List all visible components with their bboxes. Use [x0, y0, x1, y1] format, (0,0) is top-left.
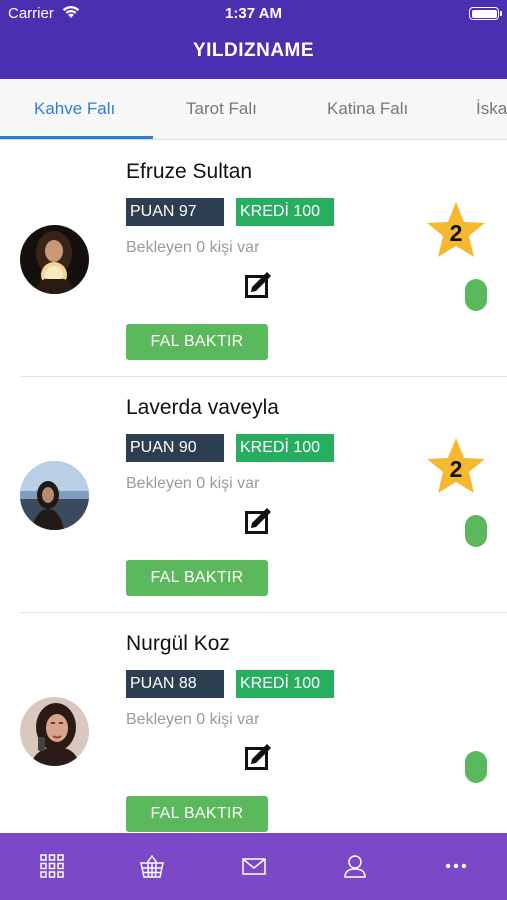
fortune-teller-name: Laverda vaveyla [126, 396, 279, 419]
edit-icon[interactable] [245, 271, 272, 298]
star-level: 2 [449, 220, 463, 246]
tab-kahve-fali[interactable]: Kahve Falı [34, 99, 115, 119]
online-status-indicator [465, 751, 487, 783]
bottom-nav [0, 833, 507, 900]
fortune-teller-card: Laverda vaveyla PUAN 90 KREDİ 100 Bekley… [0, 377, 507, 613]
battery-icon [469, 7, 502, 20]
online-status-indicator [465, 279, 487, 311]
edit-icon[interactable] [245, 743, 272, 770]
avatar [20, 697, 89, 766]
page-title: YILDIZNAME [192, 40, 315, 61]
online-status-indicator [465, 515, 487, 547]
basket-icon[interactable] [139, 853, 165, 879]
fal-baktir-button[interactable]: FAL BAKTIR [126, 560, 268, 596]
fortune-teller-list[interactable]: Efruze Sultan PUAN 97 KREDİ 100 Bekleyen… [0, 141, 507, 833]
star-level: 2 [449, 456, 463, 482]
waiting-count: Bekleyen 0 kişi var [126, 711, 260, 728]
fal-baktir-button[interactable]: FAL BAKTIR [126, 796, 268, 832]
category-tabs: Kahve Falı Tarot Falı Katina Falı İska [0, 79, 507, 140]
kredi-badge: KREDİ 100 [236, 198, 334, 226]
puan-badge: PUAN 90 [126, 434, 224, 462]
avatar [20, 461, 89, 530]
status-bar: Carrier 1:37 AM [0, 0, 507, 28]
active-tab-indicator [0, 136, 153, 139]
envelope-icon[interactable] [241, 853, 267, 879]
avatar [20, 225, 89, 294]
fal-baktir-button[interactable]: FAL BAKTIR [126, 324, 268, 360]
status-time: 1:37 AM [225, 5, 282, 22]
edit-icon[interactable] [245, 507, 272, 534]
user-icon[interactable] [342, 853, 368, 879]
waiting-count: Bekleyen 0 kişi var [126, 239, 260, 256]
kredi-badge: KREDİ 100 [236, 434, 334, 462]
tab-tarot-fali[interactable]: Tarot Falı [186, 99, 257, 119]
more-icon[interactable] [443, 853, 469, 879]
fortune-teller-card: Efruze Sultan PUAN 97 KREDİ 100 Bekleyen… [0, 141, 507, 377]
waiting-count: Bekleyen 0 kişi var [126, 475, 260, 492]
kredi-badge: KREDİ 100 [236, 670, 334, 698]
fortune-teller-name: Nurgül Koz [126, 632, 230, 655]
app-header: Carrier 1:37 AM YILDIZNAME [0, 0, 507, 79]
puan-badge: PUAN 88 [126, 670, 224, 698]
tab-iskambil-fali[interactable]: İska [476, 99, 507, 119]
tab-katina-fali[interactable]: Katina Falı [327, 99, 408, 119]
fortune-teller-name: Efruze Sultan [126, 160, 253, 183]
puan-badge: PUAN 97 [126, 198, 224, 226]
fortune-teller-card: Nurgül Koz PUAN 88 KREDİ 100 Bekleyen 0 … [0, 613, 507, 833]
grid-icon[interactable] [39, 853, 65, 879]
